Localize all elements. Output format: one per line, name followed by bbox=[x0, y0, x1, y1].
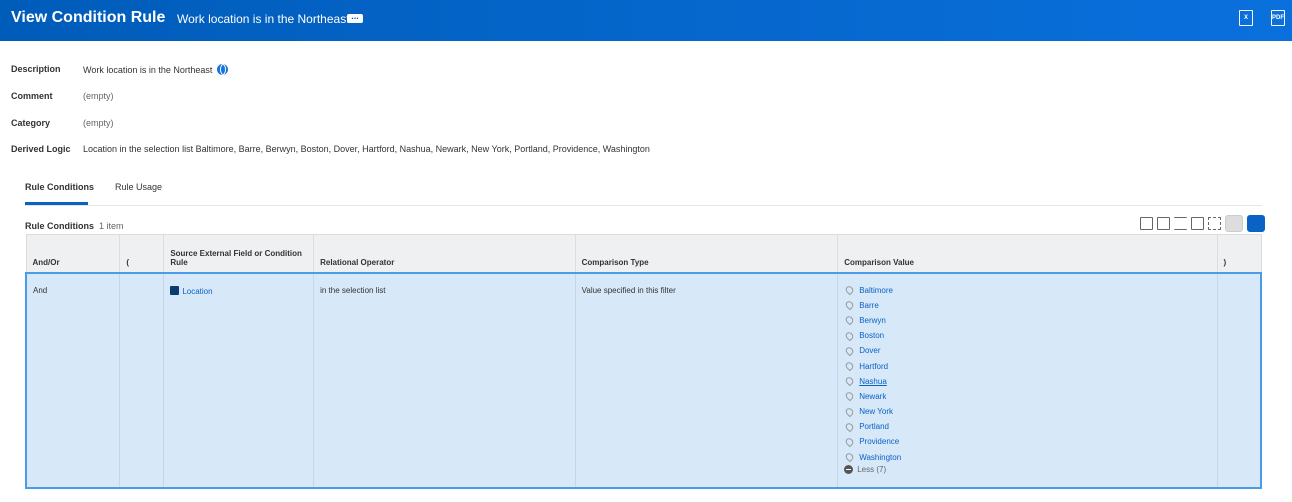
page-header: View Condition Rule Work location is in … bbox=[0, 0, 1292, 41]
column-header[interactable]: Comparison Type bbox=[574, 234, 839, 273]
location-pin-icon bbox=[844, 345, 856, 357]
comparison-value-cell: Baltimore Barre Berwyn Boston Dover Hartford N… bbox=[837, 271, 1218, 489]
location-pin-icon bbox=[844, 315, 856, 326]
source-cell: Location bbox=[163, 271, 315, 489]
location-pin-icon bbox=[844, 436, 856, 448]
comparison-value-item: Washington bbox=[844, 450, 1210, 465]
columns-icon[interactable] bbox=[1191, 217, 1204, 230]
pdf-export-icon[interactable]: PDF bbox=[1271, 10, 1285, 26]
tab-rule-conditions[interactable]: Rule Conditions bbox=[25, 182, 94, 192]
field-value: (empty) bbox=[83, 118, 114, 128]
field-label: Category bbox=[11, 118, 51, 128]
excel-export-icon[interactable] bbox=[1140, 217, 1153, 230]
comparison-value-item: Berwyn bbox=[844, 313, 1210, 328]
field-label: Description bbox=[11, 64, 61, 74]
excel-export-icon[interactable]: X bbox=[1239, 10, 1253, 26]
location-pin-icon bbox=[844, 391, 856, 402]
location-link[interactable]: Providence bbox=[859, 437, 899, 446]
location-link[interactable]: New York bbox=[859, 407, 893, 416]
description-value: Work location is in the Northeast bbox=[83, 65, 213, 75]
location-link[interactable]: Berwyn bbox=[859, 316, 886, 325]
comparison-type-cell: Value specified in this filter bbox=[575, 271, 839, 489]
comparison-value-item: Dover bbox=[844, 343, 1210, 358]
grid-count: 1 item bbox=[99, 221, 124, 231]
print-icon[interactable] bbox=[1157, 217, 1170, 230]
operator-cell: in the selection list bbox=[313, 271, 576, 489]
column-header[interactable]: ) bbox=[1216, 234, 1262, 273]
location-pin-icon bbox=[844, 360, 856, 372]
comparison-value-item: Portland bbox=[844, 419, 1210, 434]
related-actions-button[interactable]: ... bbox=[347, 12, 363, 23]
comparison-value-item: Hartford bbox=[844, 358, 1210, 373]
location-pin-icon bbox=[844, 330, 856, 341]
comparison-value-item: Providence bbox=[844, 434, 1210, 449]
grid-title-text: Rule Conditions bbox=[25, 221, 94, 231]
location-link[interactable]: Dover bbox=[859, 346, 880, 355]
column-header[interactable]: And/Or bbox=[25, 234, 121, 273]
rule-conditions-table: And/Or ( Source External Field or Condit… bbox=[25, 234, 1262, 489]
location-link[interactable]: Portland bbox=[859, 422, 889, 431]
column-header[interactable]: Source External Field or Condition Rule bbox=[163, 234, 315, 273]
location-link[interactable]: Washington bbox=[859, 453, 901, 462]
comparison-value-item: New York bbox=[844, 404, 1210, 419]
location-link[interactable]: Barre bbox=[859, 301, 879, 310]
field-value: Work location is in the Northeast bbox=[83, 64, 229, 75]
minus-circle-icon bbox=[844, 465, 854, 475]
page-subtitle: Work location is in the Northeast bbox=[177, 12, 350, 26]
location-pin-icon bbox=[844, 421, 856, 433]
location-link[interactable]: Hartford bbox=[859, 362, 888, 371]
location-link[interactable]: Newark bbox=[859, 392, 886, 401]
tab-divider bbox=[25, 205, 1262, 206]
column-header[interactable]: Comparison Value bbox=[837, 234, 1218, 273]
grid-view-toggle[interactable] bbox=[1247, 215, 1265, 232]
globe-icon[interactable] bbox=[217, 64, 229, 75]
source-link[interactable]: Location bbox=[182, 287, 212, 296]
page-title: View Condition Rule bbox=[11, 9, 166, 26]
field-value: Location in the selection list Baltimore… bbox=[83, 144, 650, 154]
field-label: Derived Logic bbox=[11, 144, 71, 154]
less-toggle[interactable]: Less (7) bbox=[844, 465, 1210, 475]
location-link[interactable]: Nashua bbox=[859, 377, 887, 386]
field-value: (empty) bbox=[83, 91, 114, 101]
grid-toolbar bbox=[1140, 215, 1265, 232]
fullscreen-icon[interactable] bbox=[1208, 217, 1221, 230]
table-header-row: And/Or ( Source External Field or Condit… bbox=[25, 234, 1262, 273]
comparison-value-item: Barre bbox=[844, 298, 1210, 313]
field-icon bbox=[170, 285, 180, 295]
table-view-toggle[interactable] bbox=[1225, 215, 1243, 232]
location-pin-icon bbox=[844, 284, 856, 296]
filter-icon[interactable] bbox=[1174, 217, 1187, 230]
close-paren-cell bbox=[1217, 271, 1262, 489]
field-label: Comment bbox=[11, 91, 53, 101]
location-link[interactable]: Baltimore bbox=[859, 286, 893, 295]
open-paren-cell bbox=[119, 271, 165, 489]
location-pin-icon bbox=[844, 406, 856, 417]
location-link[interactable]: Boston bbox=[859, 331, 884, 340]
table-row[interactable]: And Location in the selection list Value… bbox=[25, 271, 1262, 489]
less-label: Less (7) bbox=[857, 465, 887, 475]
comparison-value-item: Newark bbox=[844, 389, 1210, 404]
comparison-value-item: Nashua bbox=[844, 374, 1210, 389]
and-or-cell: And bbox=[25, 271, 121, 489]
tab-rule-usage[interactable]: Rule Usage bbox=[115, 182, 162, 192]
comparison-value-item: Boston bbox=[844, 328, 1210, 343]
location-pin-icon bbox=[844, 375, 856, 387]
grid-title: Rule Conditions 1 item bbox=[25, 221, 124, 231]
location-pin-icon bbox=[844, 451, 856, 463]
column-header[interactable]: ( bbox=[119, 234, 165, 273]
location-pin-icon bbox=[844, 299, 856, 311]
comparison-value-item: Baltimore bbox=[844, 283, 1210, 298]
column-header[interactable]: Relational Operator bbox=[313, 234, 576, 273]
